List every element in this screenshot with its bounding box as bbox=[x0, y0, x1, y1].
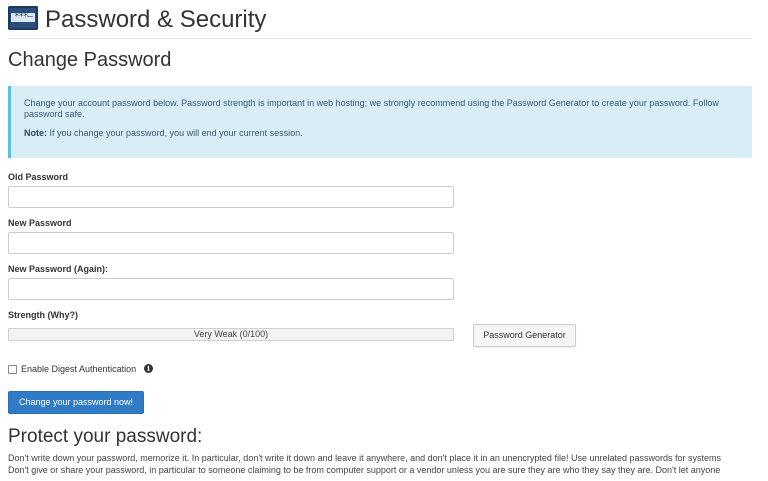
info-icon[interactable]: i bbox=[144, 364, 153, 373]
new-password-again-field[interactable] bbox=[8, 278, 454, 300]
strength-label: Strength (Why?) bbox=[8, 310, 78, 320]
protect-paragraph: Don't write down your password, memorize… bbox=[8, 452, 768, 481]
protect-heading: Protect your password: bbox=[8, 426, 203, 447]
section-title: Change Password bbox=[8, 49, 172, 71]
new-password-again-label: New Password (Again): bbox=[8, 264, 109, 274]
change-password-button[interactable]: Change your password now! bbox=[8, 391, 144, 414]
protect-line-1: Don't write down your password, memorize… bbox=[8, 453, 722, 463]
note-label: Note: bbox=[24, 128, 47, 138]
info-note: Note: If you change your password, you w… bbox=[24, 128, 752, 139]
strength-text: Very Weak (0/100) bbox=[193, 329, 269, 339]
info-text: Change your account password below. Pass… bbox=[24, 98, 752, 120]
digest-auth-checkbox[interactable] bbox=[8, 365, 17, 374]
password-stars-glyph: ***– bbox=[11, 13, 35, 22]
info-line-2: password safe. bbox=[24, 109, 85, 119]
new-password-field[interactable] bbox=[8, 232, 454, 254]
note-text: If you change your password, you will en… bbox=[47, 128, 303, 138]
digest-auth-label: Enable Digest Authentication bbox=[21, 364, 137, 374]
page-title: Password & Security bbox=[45, 6, 267, 33]
password-strength-meter: Very Weak (0/100) bbox=[8, 328, 454, 341]
new-password-label: New Password bbox=[8, 218, 72, 228]
password-generator-button[interactable]: Password Generator bbox=[473, 324, 576, 347]
protect-line-2: Don't give or share your password, in pa… bbox=[8, 465, 721, 475]
old-password-field[interactable] bbox=[8, 186, 454, 208]
info-line-1: Change your account password below. Pass… bbox=[24, 98, 719, 108]
page-header: ***– Password & Security bbox=[8, 4, 752, 39]
info-callout: Change your account password below. Pass… bbox=[8, 86, 752, 158]
old-password-label: Old Password bbox=[8, 172, 69, 182]
password-security-icon: ***– bbox=[8, 6, 38, 30]
